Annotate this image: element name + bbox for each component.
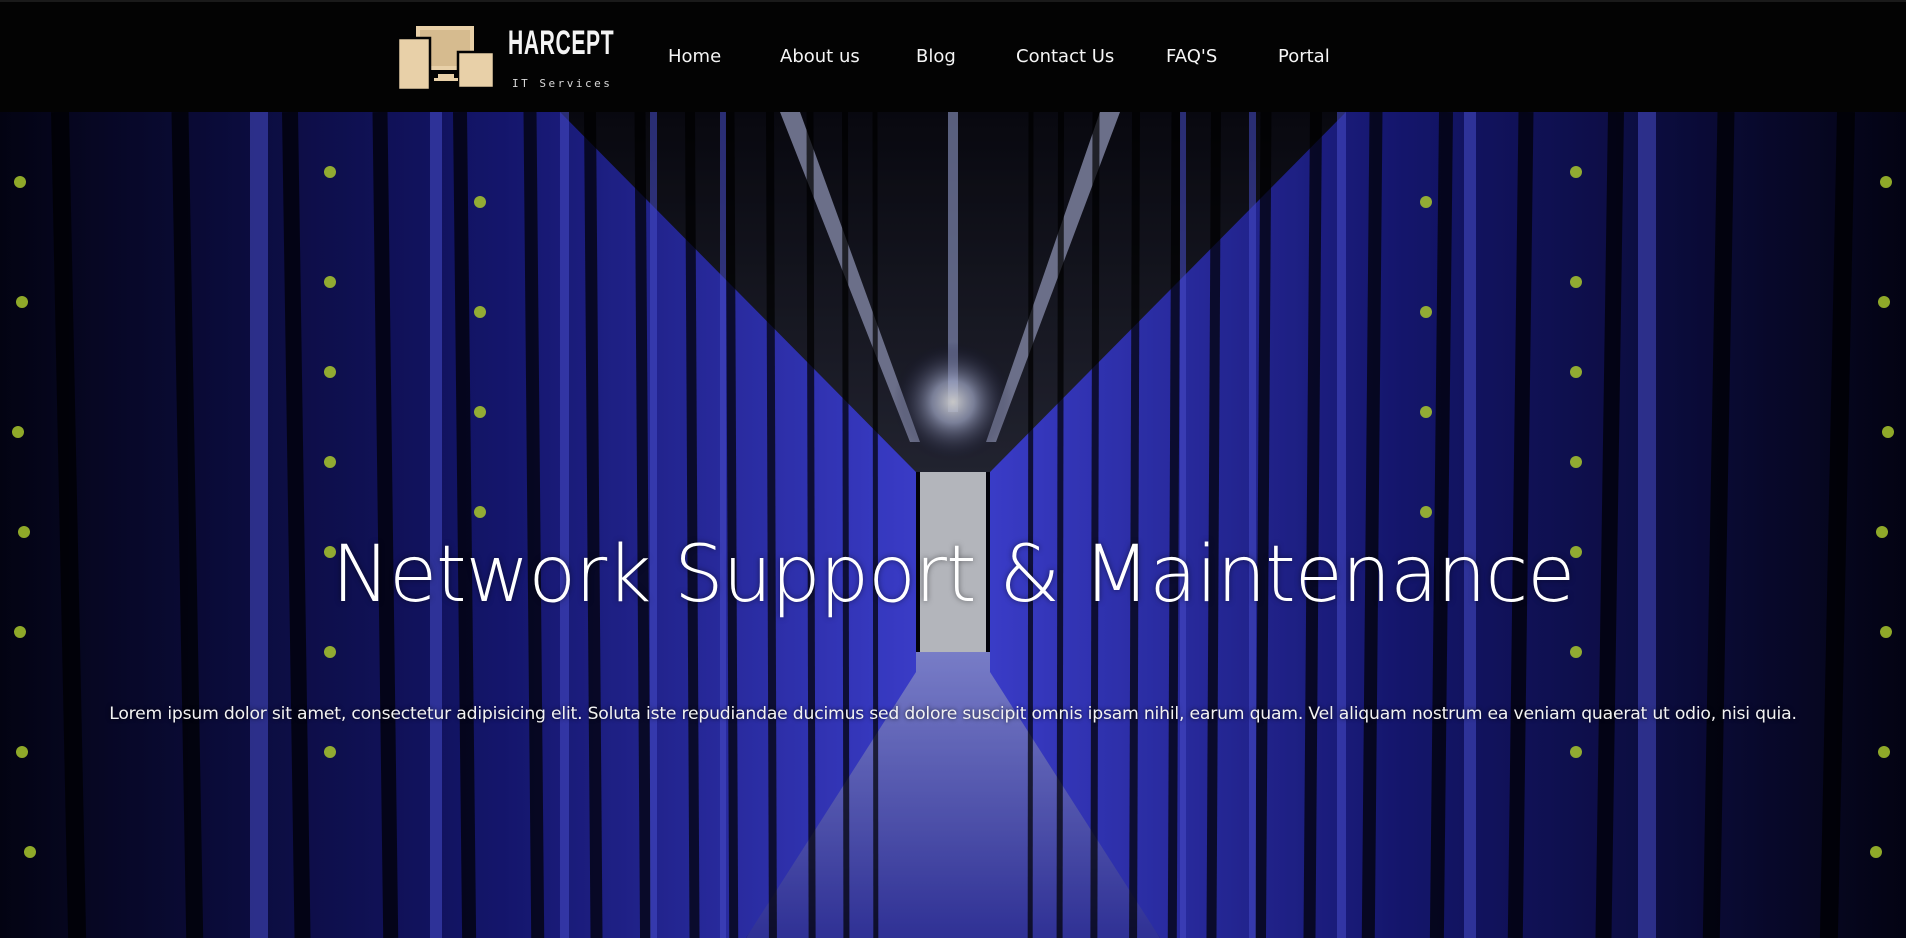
hero-title: Network Support & Maintenance bbox=[331, 530, 1576, 620]
site-header: HARCEPT IT Services Home About us Blog C… bbox=[0, 0, 1906, 112]
brand-name: HARCEPT bbox=[508, 24, 615, 62]
nav-contact-us[interactable]: Contact Us bbox=[1016, 46, 1114, 67]
brand-tagline: IT Services bbox=[512, 77, 613, 90]
nav-portal[interactable]: Portal bbox=[1278, 46, 1330, 67]
nav-faqs[interactable]: FAQ'S bbox=[1166, 46, 1217, 67]
hero-banner: Network Support & Maintenance Lorem ipsu… bbox=[0, 112, 1906, 938]
devices-logo-icon bbox=[398, 26, 494, 90]
hero-description: Lorem ipsum dolor sit amet, consectetur … bbox=[109, 704, 1797, 724]
server-room-image bbox=[0, 112, 1906, 938]
nav-home[interactable]: Home bbox=[668, 46, 721, 67]
nav-about-us[interactable]: About us bbox=[780, 46, 860, 67]
brand-logo[interactable]: HARCEPT IT Services bbox=[398, 22, 614, 92]
nav-blog[interactable]: Blog bbox=[916, 46, 956, 67]
